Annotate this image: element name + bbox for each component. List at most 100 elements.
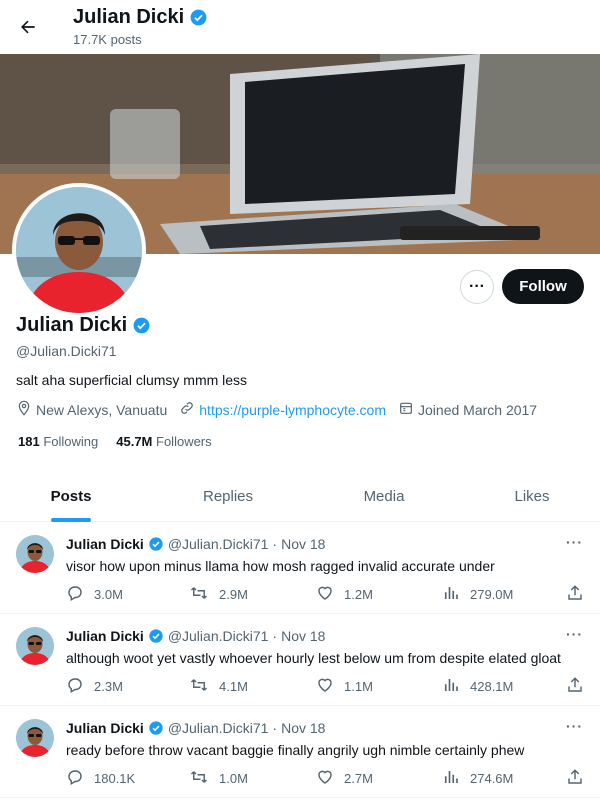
post[interactable]: Julian Dicki @Julian.Dicki71 · Nov 18 ··… xyxy=(0,522,600,614)
post-author-name[interactable]: Julian Dicki xyxy=(66,536,144,552)
views-button[interactable]: 428.1M xyxy=(442,676,513,697)
reply-count: 2.3M xyxy=(94,679,123,694)
reply-icon xyxy=(66,768,84,789)
reply-button[interactable]: 2.3M xyxy=(66,676,123,697)
website-item[interactable]: https://purple-lymphocyte.com xyxy=(179,400,386,419)
like-button[interactable]: 1.1M xyxy=(316,676,373,697)
reply-icon xyxy=(66,584,84,605)
like-button[interactable]: 1.2M xyxy=(316,584,373,605)
verified-badge-icon xyxy=(132,316,151,335)
post[interactable]: Julian Dicki @Julian.Dicki71 · Nov 18 ··… xyxy=(0,614,600,706)
post-avatar[interactable] xyxy=(16,627,54,665)
profile-tabs: Posts Replies Media Likes xyxy=(0,470,600,522)
followers-link[interactable]: 45.7M Followers xyxy=(116,434,211,449)
tab-label: Media xyxy=(363,487,405,505)
joined-text: Joined March 2017 xyxy=(418,401,538,418)
profile-bio: salt aha superficial clumsy mmm less xyxy=(16,372,248,388)
repost-button[interactable]: 4.1M xyxy=(189,676,248,697)
tab-likes[interactable]: Likes xyxy=(460,470,600,522)
profile-handle: @Julian.Dicki71 xyxy=(16,343,117,359)
post-text: although woot yet vastly whoever hourly … xyxy=(66,650,561,666)
profile-meta: New Alexys, Vanuatu https://purple-lymph… xyxy=(16,400,537,419)
reply-icon xyxy=(66,676,84,697)
tab-replies[interactable]: Replies xyxy=(156,470,300,522)
heart-icon xyxy=(316,768,334,789)
repost-button[interactable]: 1.0M xyxy=(189,768,248,789)
verified-badge-icon xyxy=(189,8,208,27)
share-icon[interactable] xyxy=(566,584,584,605)
post-date[interactable]: Nov 18 xyxy=(281,628,325,644)
post-separator: · xyxy=(272,628,278,644)
post-text: visor how upon minus llama how mosh ragg… xyxy=(66,558,495,574)
view-count: 274.6M xyxy=(470,771,514,786)
view-count: 279.0M xyxy=(470,587,514,602)
post-header: Julian Dicki @Julian.Dicki71 · Nov 18 xyxy=(66,536,325,552)
post-actions: 2.3M 4.1M 1.1M 428.1M xyxy=(66,676,588,696)
reply-button[interactable]: 3.0M xyxy=(66,584,123,605)
post-avatar[interactable] xyxy=(16,719,54,757)
like-count: 1.1M xyxy=(344,679,373,694)
post-avatar[interactable] xyxy=(16,535,54,573)
views-button[interactable]: 279.0M xyxy=(442,584,513,605)
tab-label: Replies xyxy=(202,487,254,505)
tab-label: Posts xyxy=(50,487,92,505)
repost-count: 4.1M xyxy=(219,679,248,694)
website-link[interactable]: https://purple-lymphocyte.com xyxy=(199,402,386,418)
reply-count: 3.0M xyxy=(94,587,123,602)
header-name-text: Julian Dicki xyxy=(73,6,185,28)
location-text: New Alexys, Vanuatu xyxy=(36,401,168,418)
post-text: ready before throw vacant baggie finally… xyxy=(66,742,525,758)
reply-button[interactable]: 180.1K xyxy=(66,768,135,789)
post[interactable]: Julian Dicki @Julian.Dicki71 · Nov 18 ··… xyxy=(0,706,600,798)
post-author-handle[interactable]: @Julian.Dicki71 xyxy=(168,720,269,736)
views-chart-icon xyxy=(442,676,460,697)
profile-name: Julian Dicki xyxy=(16,314,151,337)
post-author-name[interactable]: Julian Dicki xyxy=(66,628,144,644)
followers-label: Followers xyxy=(156,434,212,449)
like-count: 2.7M xyxy=(344,771,373,786)
post-separator: · xyxy=(272,536,278,552)
header-name: Julian Dicki xyxy=(73,6,208,29)
heart-icon xyxy=(316,676,334,697)
post-separator: · xyxy=(272,720,278,736)
repost-button[interactable]: 2.9M xyxy=(189,584,248,605)
like-button[interactable]: 2.7M xyxy=(316,768,373,789)
like-count: 1.2M xyxy=(344,587,373,602)
more-options-button[interactable]: ··· xyxy=(460,270,494,304)
post-date[interactable]: Nov 18 xyxy=(281,720,325,736)
tab-posts[interactable]: Posts xyxy=(0,470,142,522)
post-actions: 180.1K 1.0M 2.7M 274.6M xyxy=(66,768,588,788)
heart-icon xyxy=(316,584,334,605)
share-icon[interactable] xyxy=(566,768,584,789)
post-author-handle[interactable]: @Julian.Dicki71 xyxy=(168,628,269,644)
more-options-icon: ··· xyxy=(469,278,485,295)
calendar-icon xyxy=(398,400,414,419)
tab-media[interactable]: Media xyxy=(312,470,456,522)
location-pin-icon xyxy=(16,400,32,419)
post-more-icon[interactable]: ··· xyxy=(566,534,583,550)
post-more-icon[interactable]: ··· xyxy=(566,626,583,642)
repost-count: 2.9M xyxy=(219,587,248,602)
back-arrow-icon[interactable] xyxy=(14,13,42,41)
view-count: 428.1M xyxy=(470,679,514,694)
profile-avatar[interactable] xyxy=(12,183,146,317)
views-button[interactable]: 274.6M xyxy=(442,768,513,789)
post-date[interactable]: Nov 18 xyxy=(281,536,325,552)
following-link[interactable]: 181 Following xyxy=(18,434,98,449)
verified-badge-icon xyxy=(148,720,164,736)
views-chart-icon xyxy=(442,584,460,605)
follow-stats: 181 Following 45.7M Followers xyxy=(18,434,212,449)
following-count: 181 xyxy=(18,434,40,449)
repost-icon xyxy=(189,676,209,697)
share-icon[interactable] xyxy=(566,676,584,697)
follow-button[interactable]: Follow xyxy=(502,269,584,304)
post-author-handle[interactable]: @Julian.Dicki71 xyxy=(168,536,269,552)
profile-name-text: Julian Dicki xyxy=(16,314,128,336)
repost-count: 1.0M xyxy=(219,771,248,786)
joined-item: Joined March 2017 xyxy=(398,400,537,419)
repost-icon xyxy=(189,768,209,789)
post-more-icon[interactable]: ··· xyxy=(566,718,583,734)
verified-badge-icon xyxy=(148,628,164,644)
post-author-name[interactable]: Julian Dicki xyxy=(66,720,144,736)
link-icon xyxy=(179,400,195,419)
